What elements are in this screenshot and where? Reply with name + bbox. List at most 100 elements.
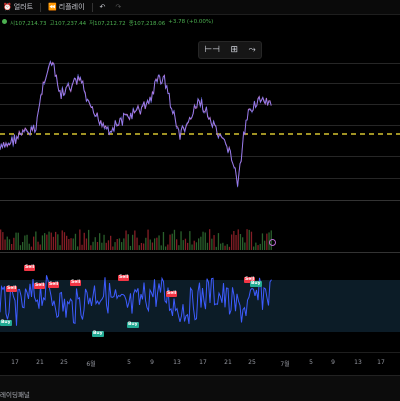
volume-bar (184, 238, 187, 250)
volume-bar (165, 246, 167, 250)
volume-bar (147, 229, 149, 250)
volume-bar (79, 229, 81, 250)
volume-bar (242, 237, 244, 250)
volume-bar (37, 241, 39, 250)
volume-bar (250, 231, 253, 250)
volume-bar (13, 237, 15, 250)
time-tick-label: 17 (377, 359, 385, 366)
volume-bar (28, 243, 30, 250)
volume-bar (116, 239, 118, 250)
volume-bar (138, 245, 140, 250)
volume-bar (215, 246, 217, 250)
volume-bar (140, 243, 143, 250)
volume-bar (151, 242, 154, 250)
volume-bar (143, 243, 145, 250)
time-tick-label: 6월 (86, 361, 96, 368)
volume-bar (72, 238, 74, 250)
buy-signal-label: Buy (127, 322, 139, 328)
volume-bar (180, 231, 182, 250)
volume-bar (211, 238, 213, 250)
volume-bar (112, 246, 114, 250)
volume-bar (158, 235, 160, 250)
buy-signal-label: Buy (0, 320, 12, 326)
volume-bar (103, 234, 105, 250)
volume-bar (107, 240, 110, 250)
marker-icon[interactable] (269, 239, 276, 246)
time-tick-label: 25 (248, 359, 256, 366)
time-tick-label: 17 (11, 359, 19, 366)
volume-bar (2, 232, 4, 250)
time-tick-label: 21 (224, 359, 232, 366)
volume-bar (132, 234, 134, 250)
volume-bar (110, 235, 112, 250)
sell-signal-label: Sell (34, 283, 46, 289)
volume-bar (253, 246, 255, 250)
volume-bar (187, 242, 189, 250)
volume-bar (15, 232, 17, 250)
volume-bar (224, 245, 226, 250)
volume-bar (35, 231, 37, 250)
volume-bar (8, 239, 11, 250)
volume-bar (66, 235, 68, 250)
volume-bar (154, 238, 156, 250)
time-tick-label: 21 (36, 359, 44, 366)
volume-bar (70, 238, 72, 250)
time-tick-label: 7월 (280, 361, 290, 368)
grid-tool-icon[interactable]: ⊞ (230, 45, 238, 55)
volume-bar (220, 243, 222, 250)
volume-bar (145, 237, 147, 250)
volume-bar (114, 242, 116, 250)
volume-bar (46, 234, 48, 250)
volume-bar (81, 244, 83, 250)
volume-bar (101, 242, 103, 250)
sell-signal-label: Sell (118, 275, 130, 281)
volume-bar (257, 245, 259, 250)
volume-bar (6, 236, 8, 250)
volume-bar (125, 230, 127, 250)
volume-bar (17, 232, 19, 250)
time-tick-label: 5 (127, 359, 131, 366)
volume-bar (235, 235, 237, 250)
volume-bar (127, 234, 129, 250)
time-tick-label: 9 (331, 359, 335, 366)
volume-bar (231, 234, 233, 250)
bottom-panel-label[interactable]: 레이딩패널 (0, 389, 30, 399)
range-tool-icon[interactable]: ⊢⊣ (204, 45, 220, 55)
volume-bar (171, 233, 173, 250)
volume-bar (123, 238, 125, 250)
volume-bar (88, 229, 90, 250)
volume-bar (77, 246, 79, 250)
volume-bar (233, 231, 235, 250)
sell-signal-label: Sell (70, 280, 82, 286)
time-axis[interactable]: 17 21 25 6월 5 9 13 17 21 25 7월 5 9 13 17 (0, 352, 400, 375)
volume-bar (246, 229, 248, 250)
time-tick-label: 17 (199, 359, 207, 366)
trend-tool-icon[interactable]: ⤳ (249, 45, 256, 55)
bottom-panel: 레이딩패널 (0, 375, 400, 401)
chart-tools: ⊢⊣ ⊞ ⤳ (198, 41, 262, 59)
sell-signal-label: Sell (166, 291, 178, 297)
volume-bar (149, 239, 151, 250)
volume-bar (173, 229, 176, 250)
volume-bar (44, 233, 46, 250)
volume-bar (33, 236, 35, 250)
volume-bar (213, 235, 215, 250)
volume-bar (4, 239, 6, 250)
volume-bar (59, 245, 61, 250)
volume-bar (118, 238, 121, 250)
volume-bar (206, 242, 209, 250)
volume-bar (239, 234, 242, 250)
volume-bar (217, 233, 220, 250)
volume-bar (237, 229, 239, 250)
volume-bar (92, 241, 94, 250)
volume-bar (167, 244, 169, 250)
volume-bar (160, 245, 162, 250)
volume-bar (52, 236, 55, 250)
volume-bar (261, 233, 264, 250)
volume-bar (129, 245, 132, 250)
volume-bar (85, 238, 88, 250)
volume-bar (50, 232, 52, 250)
volume-bar (191, 244, 193, 250)
volume-bar (244, 242, 246, 250)
volume-bar (94, 237, 96, 250)
